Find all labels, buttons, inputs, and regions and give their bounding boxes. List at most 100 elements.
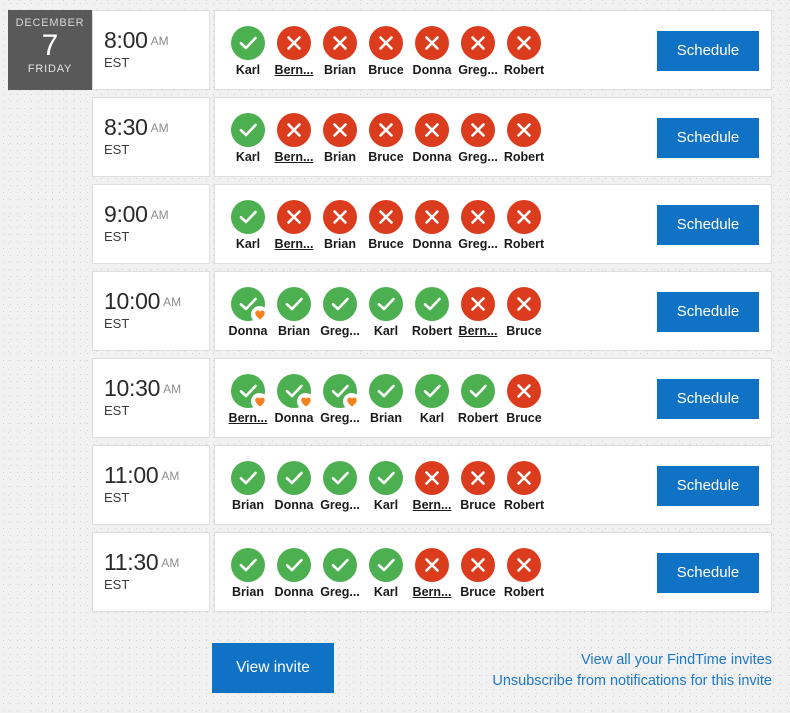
schedule-button[interactable]: Schedule [657, 553, 759, 593]
attendee: Brian [271, 287, 317, 338]
attendee-name: Greg... [320, 498, 360, 512]
schedule-button[interactable]: Schedule [657, 31, 759, 71]
time-cell: 8:30 AM EST [92, 97, 210, 177]
time-value: 10:00 [104, 288, 161, 314]
attendee: Bruce [455, 548, 501, 599]
attendee: Donna [271, 374, 317, 425]
attendee: Donna [271, 548, 317, 599]
availability-available-icon [277, 287, 311, 321]
attendee: Karl [363, 548, 409, 599]
schedule-button[interactable]: Schedule [657, 292, 759, 332]
time-cell: 9:00 AM EST [92, 184, 210, 264]
attendee: Bruce [363, 200, 409, 251]
time-value: 8:00 [104, 27, 148, 53]
availability-available-icon [277, 548, 311, 582]
time-value: 11:00 [104, 462, 159, 488]
footer: View invite View all your FindTime invit… [0, 628, 790, 713]
attendee-avatar-wrap [415, 287, 449, 321]
attendee-name: Bruce [368, 150, 404, 164]
attendee-name: Bern... [274, 150, 314, 164]
availability-unavailable-icon [415, 113, 449, 147]
view-invite-button[interactable]: View invite [212, 643, 334, 693]
time-line: 11:00 AM [104, 462, 209, 488]
attendee-name: Robert [503, 237, 545, 251]
availability-unavailable-icon [507, 26, 541, 60]
attendee-list: Karl Bern... Brian Bruce Donna Greg... Robert [225, 200, 547, 251]
attendee-name: Bruce [460, 585, 496, 599]
attendee-name: Donna [228, 324, 268, 338]
time-slot-row: 10:30 AM EST Bern... Donna Greg... Brian Karl Ro… [8, 356, 772, 438]
attendee-name: Donna [412, 150, 452, 164]
attendee-avatar-wrap [231, 548, 265, 582]
attendee: Bern... [271, 113, 317, 164]
time-timezone: EST [104, 55, 130, 70]
attendee-name: Greg... [320, 324, 360, 338]
time-meridiem: AM [163, 295, 182, 309]
schedule-button[interactable]: Schedule [657, 379, 759, 419]
time-slot-row: 11:30 AM EST Brian Donna Greg... Karl Bern... Br… [8, 530, 772, 612]
attendee: Greg... [317, 374, 363, 425]
attendee-avatar-wrap [507, 287, 541, 321]
schedule-button[interactable]: Schedule [657, 466, 759, 506]
attendee-avatar-wrap [369, 200, 403, 234]
attendee-avatar-wrap [507, 548, 541, 582]
time-line: 11:30 AM [104, 549, 209, 575]
schedule-button[interactable]: Schedule [657, 205, 759, 245]
attendee-name: Robert [503, 585, 545, 599]
attendee-avatar-wrap [415, 200, 449, 234]
availability-available-icon [231, 113, 265, 147]
attendee: Donna [409, 26, 455, 77]
view-all-invites-link[interactable]: View all your FindTime invites [492, 650, 772, 671]
attendee-name: Brian [324, 63, 356, 77]
attendee-name: Greg... [458, 150, 498, 164]
attendee-avatar-wrap [461, 461, 495, 495]
attendee: Donna [271, 461, 317, 512]
attendee: Bern... [225, 374, 271, 425]
attendee: Karl [225, 26, 271, 77]
availability-available-icon [231, 26, 265, 60]
attendee-name: Karl [373, 498, 399, 512]
availability-available-icon [323, 461, 357, 495]
date-day: 7 [41, 29, 59, 62]
availability-unavailable-icon [323, 113, 357, 147]
attendee-avatar-wrap [231, 200, 265, 234]
attendee: Brian [225, 461, 271, 512]
time-slot-row: 8:30 AM EST Karl Bern... Brian Bruce Donna Greg.… [8, 95, 772, 177]
availability-unavailable-icon [277, 200, 311, 234]
attendee-avatar-wrap [323, 26, 357, 60]
time-timezone: EST [104, 577, 130, 592]
time-cell: 11:30 AM EST [92, 532, 210, 612]
schedule-button[interactable]: Schedule [657, 118, 759, 158]
attendee-list: Bern... Donna Greg... Brian Karl Robert Bruce [225, 374, 547, 425]
attendee-avatar-wrap [369, 461, 403, 495]
attendee-avatar-wrap [277, 548, 311, 582]
attendee-avatar-wrap [415, 113, 449, 147]
attendee-name: Robert [503, 63, 545, 77]
attendee: Brian [317, 113, 363, 164]
attendee-name: Brian [324, 237, 356, 251]
attendee: Greg... [317, 461, 363, 512]
attendee-name: Robert [411, 324, 453, 338]
availability-unavailable-icon [415, 26, 449, 60]
time-cell: 10:00 AM EST [92, 271, 210, 351]
attendee: Robert [501, 461, 547, 512]
availability-available-icon [323, 287, 357, 321]
attendee: Bern... [409, 461, 455, 512]
attendee: Bern... [409, 548, 455, 599]
availability-unavailable-icon [507, 113, 541, 147]
attendee: Karl [363, 287, 409, 338]
attendee-name: Robert [503, 498, 545, 512]
availability-unavailable-icon [369, 113, 403, 147]
attendee-avatar-wrap [231, 113, 265, 147]
unsubscribe-link[interactable]: Unsubscribe from notifications for this … [492, 671, 772, 692]
attendee-name: Donna [274, 498, 314, 512]
slot-body: Karl Bern... Brian Bruce Donna Greg... Robert S… [214, 184, 772, 264]
slot-body: Brian Donna Greg... Karl Bern... Bruce Robert S… [214, 532, 772, 612]
slot-body: Donna Brian Greg... Karl Robert Bern... Bruce S… [214, 271, 772, 351]
attendee-avatar-wrap [231, 461, 265, 495]
availability-unavailable-icon [507, 548, 541, 582]
availability-unavailable-icon [461, 26, 495, 60]
availability-available-icon [369, 287, 403, 321]
attendee-list: Karl Bern... Brian Bruce Donna Greg... Robert [225, 26, 547, 77]
attendee: Brian [317, 26, 363, 77]
